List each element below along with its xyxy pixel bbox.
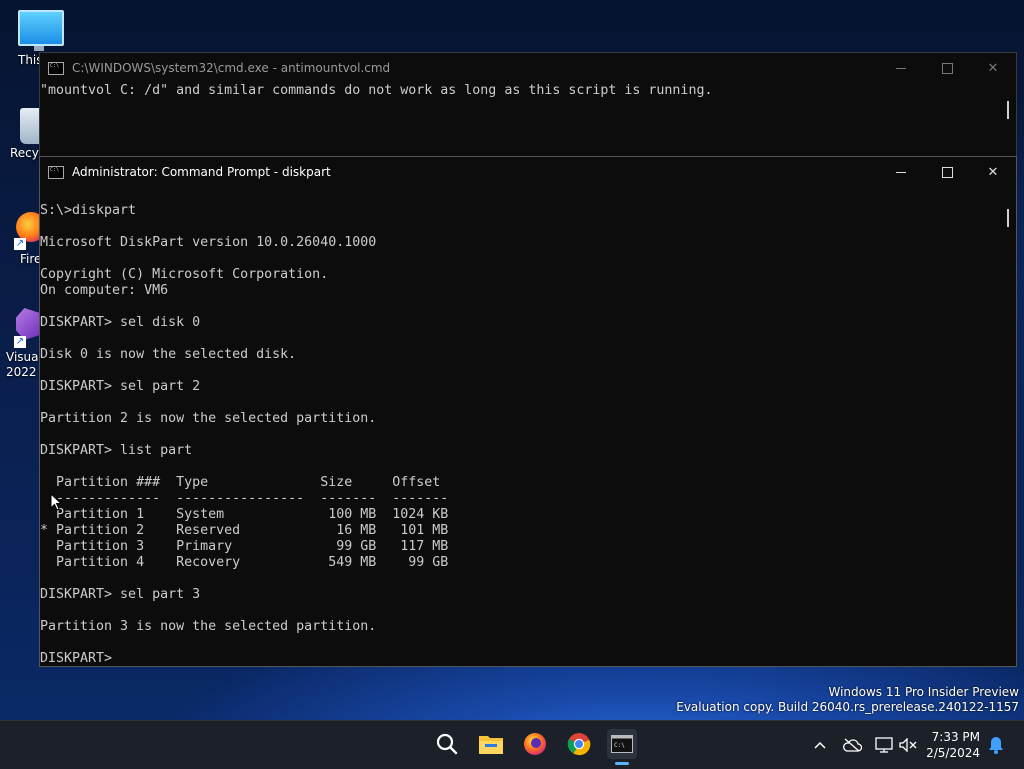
clock-date: 2/5/2024: [926, 746, 980, 760]
terminal-output[interactable]: S:\>diskpart Microsoft DiskPart version …: [40, 187, 1000, 666]
window-title: C:\WINDOWS\system32\cmd.exe - antimountv…: [72, 61, 391, 75]
watermark-edition: Windows 11 Pro Insider Preview: [828, 685, 1019, 699]
volume-button[interactable]: [898, 735, 918, 755]
scrollbar-thumb[interactable]: [1007, 101, 1009, 119]
maximize-icon: [941, 166, 953, 178]
desktop-icon-visual-studio[interactable]: ↗ Visual 2022 P: [0, 308, 48, 380]
minimize-button[interactable]: [878, 53, 924, 83]
minimize-icon: [896, 67, 906, 69]
firefox-icon: [524, 733, 546, 755]
taskbar-search-button[interactable]: [432, 729, 462, 759]
maximize-button[interactable]: [924, 157, 970, 187]
maximize-button[interactable]: [924, 53, 970, 83]
cmd-window-diskpart[interactable]: Administrator: Command Prompt - diskpart…: [39, 156, 1017, 667]
terminal-text: "mountvol C: /d" and similar commands do…: [40, 83, 713, 98]
monitor-icon: [18, 10, 64, 46]
terminal-icon: C:\: [611, 735, 633, 753]
cloud-offline-icon: [843, 738, 862, 752]
minimize-button[interactable]: [878, 157, 924, 187]
taskbar-clock[interactable]: 7:33 PM 2/5/2024: [926, 729, 980, 761]
taskbar: C:\ 7:33 PM 2/5/2024: [0, 720, 1024, 769]
desktop-icon-recycle-bin[interactable]: Recyc: [0, 108, 50, 160]
shortcut-arrow-icon: ↗: [14, 336, 26, 348]
terminal-output[interactable]: "mountvol C: /d" and similar commands do…: [40, 83, 1000, 163]
clock-time: 7:33 PM: [931, 730, 980, 744]
minimize-icon: [896, 171, 906, 173]
watermark-build: Evaluation copy. Build 26040.rs_prerelea…: [676, 700, 1019, 714]
cmd-window-antimountvol[interactable]: C:\WINDOWS\system32\cmd.exe - antimountv…: [39, 52, 1017, 164]
taskbar-file-explorer-button[interactable]: [476, 729, 506, 759]
shortcut-arrow-icon: ↗: [14, 238, 26, 250]
file-explorer-icon: [479, 736, 503, 754]
network-status-button[interactable]: [874, 735, 894, 755]
close-button[interactable]: ✕: [970, 53, 1016, 83]
bell-icon: [989, 737, 1003, 754]
onedrive-status-button[interactable]: [842, 735, 862, 755]
notifications-button[interactable]: [986, 735, 1006, 755]
cmd-app-icon: [48, 165, 64, 179]
window-title: Administrator: Command Prompt - diskpart: [72, 165, 331, 179]
search-icon: [436, 733, 458, 755]
vertical-scrollbar[interactable]: [1000, 187, 1016, 666]
windows-watermark: Windows 11 Pro Insider Preview Evaluatio…: [676, 685, 1019, 715]
desktop-icon-firefox[interactable]: ↗ Fire: [0, 212, 46, 266]
chrome-icon: [567, 733, 591, 756]
svg-text:C:\: C:\: [614, 742, 625, 749]
scrollbar-thumb[interactable]: [1007, 209, 1009, 227]
taskbar-terminal-button[interactable]: C:\: [607, 729, 637, 765]
show-hidden-icons-button[interactable]: [810, 735, 830, 755]
speaker-muted-icon: [899, 738, 917, 752]
close-icon: ✕: [987, 60, 999, 76]
chevron-up-icon: [814, 741, 826, 749]
vertical-scrollbar[interactable]: [1000, 83, 1016, 163]
maximize-icon: [941, 62, 953, 74]
title-bar[interactable]: Administrator: Command Prompt - diskpart…: [40, 157, 1016, 187]
taskbar-firefox-button[interactable]: [520, 729, 550, 759]
network-icon: [875, 737, 893, 753]
cmd-app-icon: [48, 61, 64, 75]
desktop-icon-this-pc[interactable]: This: [0, 10, 64, 67]
terminal-text: S:\>diskpart Microsoft DiskPart version …: [40, 203, 449, 666]
title-bar[interactable]: C:\WINDOWS\system32\cmd.exe - antimountv…: [40, 53, 1016, 83]
close-button[interactable]: ✕: [970, 157, 1016, 187]
taskbar-chrome-button[interactable]: [564, 729, 594, 759]
close-icon: ✕: [987, 164, 999, 180]
